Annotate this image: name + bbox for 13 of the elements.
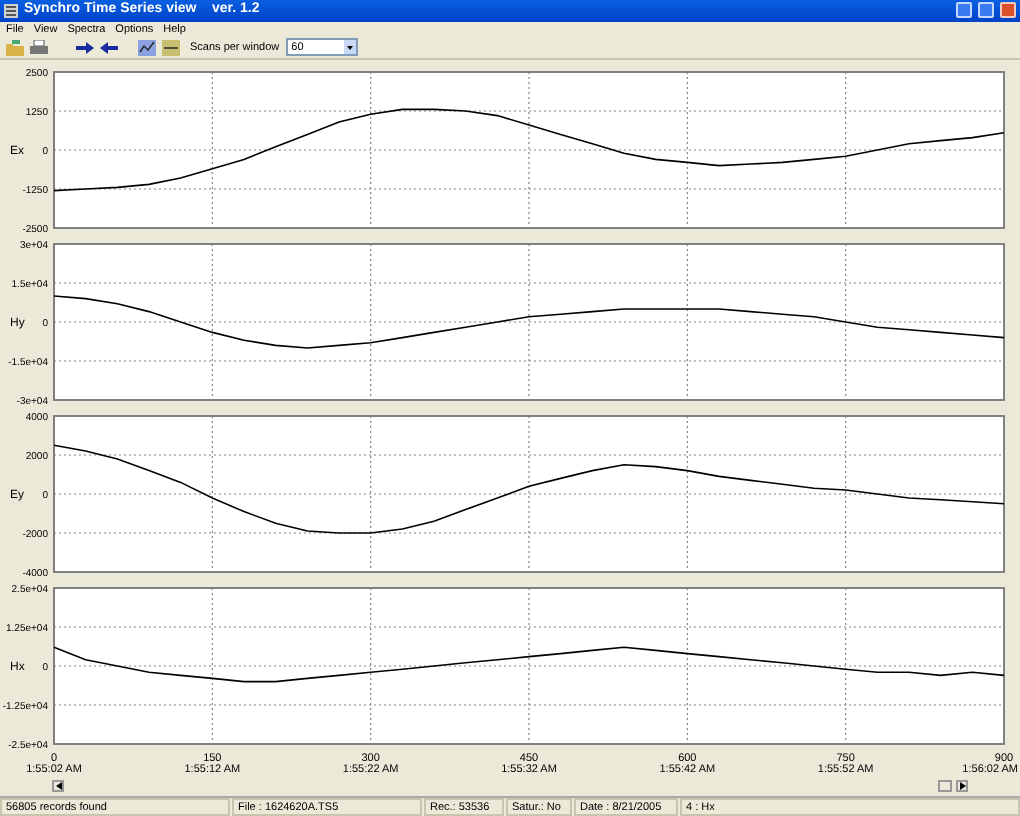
maximize-button[interactable]	[978, 2, 994, 19]
dropdown-arrow-icon	[343, 40, 356, 55]
close-button[interactable]	[1000, 2, 1016, 19]
right-arrow-icon[interactable]	[76, 39, 94, 56]
scroll-thumb[interactable]	[938, 780, 952, 792]
printer-icon[interactable]	[30, 39, 48, 56]
left-arrow-icon[interactable]	[100, 39, 118, 56]
scroll-left-button[interactable]	[52, 780, 64, 792]
minimize-button[interactable]	[956, 2, 972, 19]
chart-icon[interactable]	[162, 39, 180, 56]
app-icon	[4, 3, 18, 18]
chart-icon[interactable]	[138, 39, 156, 56]
scroll-right-button[interactable]	[956, 780, 968, 792]
